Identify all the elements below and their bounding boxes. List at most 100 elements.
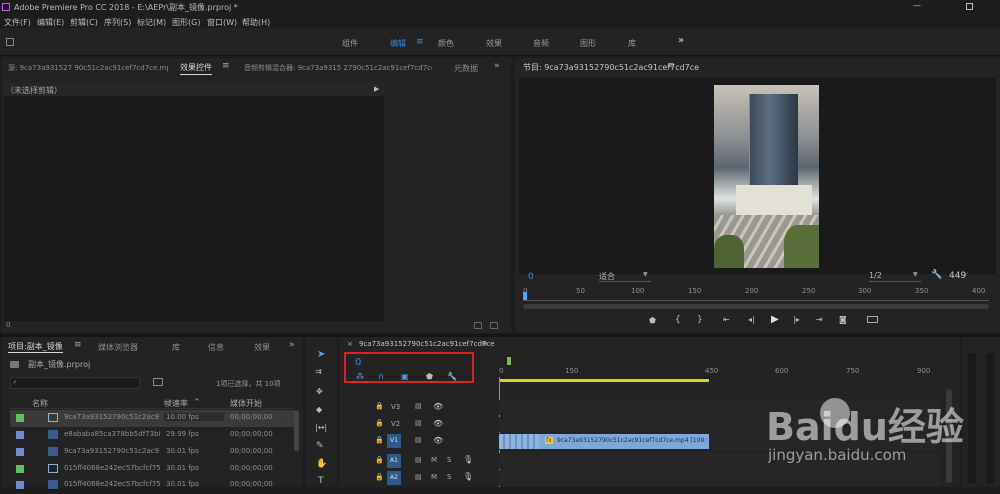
menu-edit[interactable]: 编辑(E) bbox=[37, 17, 64, 28]
menu-sequence[interactable]: 序列(S) bbox=[104, 17, 131, 28]
column-name[interactable]: 名称 bbox=[32, 398, 48, 409]
close-icon[interactable]: × bbox=[347, 340, 353, 348]
table-row[interactable]: e8ababa85ca378bb5df73b8c 29.99 fps 00;00… bbox=[10, 427, 298, 444]
panel-more-icon[interactable]: » bbox=[289, 340, 295, 350]
tab-media-browser[interactable]: 媒体浏览器 bbox=[98, 342, 138, 353]
scrub-bar[interactable] bbox=[523, 300, 989, 301]
menu-marker[interactable]: 标记(M) bbox=[137, 17, 166, 28]
menu-graphics[interactable]: 图形(G) bbox=[172, 17, 200, 28]
export-icon[interactable] bbox=[490, 322, 498, 329]
solo-button[interactable]: S bbox=[447, 473, 451, 481]
mute-button[interactable]: M bbox=[431, 456, 437, 464]
lock-icon[interactable]: 🔒 bbox=[375, 473, 384, 481]
play-icon[interactable]: ▶ bbox=[771, 314, 779, 325]
type-tool-icon[interactable]: T bbox=[318, 476, 324, 486]
home-icon[interactable] bbox=[6, 38, 14, 46]
workspace-more-icon[interactable]: » bbox=[678, 35, 684, 46]
resolution-dropdown[interactable]: 1/2 ▼ bbox=[869, 271, 921, 282]
timeline-ruler[interactable]: 0 150 450 600 750 900 bbox=[499, 357, 954, 385]
step-forward-icon[interactable]: |▸ bbox=[793, 315, 800, 324]
tab-info[interactable]: 信息 bbox=[208, 342, 224, 353]
eye-icon[interactable]: 👁 bbox=[433, 436, 443, 445]
effect-controls-menu-icon[interactable]: ≡ bbox=[222, 61, 230, 71]
mark-in-icon[interactable]: { bbox=[675, 315, 681, 325]
fit-dropdown[interactable]: 适合 ▼ bbox=[599, 271, 651, 282]
sync-lock-icon[interactable]: ▤ bbox=[415, 436, 422, 444]
menu-file[interactable]: 文件(F) bbox=[4, 17, 31, 28]
table-row[interactable]: 9ca73a93152790c51c2ac91cef 10.00 fps 00;… bbox=[10, 410, 298, 427]
solo-button[interactable]: S bbox=[447, 456, 451, 464]
track-select-tool-icon[interactable]: ⇉ bbox=[315, 367, 322, 376]
tab-effect-controls[interactable]: 效果控件 bbox=[180, 62, 212, 75]
workspace-graphics[interactable]: 图形 bbox=[580, 38, 596, 49]
column-start[interactable]: 媒体开始 bbox=[230, 398, 262, 409]
linked-selection-icon[interactable]: ▣ bbox=[401, 372, 409, 381]
tab-effects[interactable]: 效果 bbox=[254, 342, 270, 353]
compare-icon[interactable] bbox=[867, 316, 878, 323]
camera-icon[interactable]: ◙ bbox=[839, 315, 847, 324]
nest-icon[interactable]: ⁂ bbox=[356, 372, 364, 381]
wrench-icon[interactable]: 🔧 bbox=[931, 270, 942, 280]
filter-icon[interactable] bbox=[474, 322, 482, 329]
pen-tool-icon[interactable]: ✎ bbox=[316, 441, 324, 451]
tab-audio-clip-mixer[interactable]: 音频剪辑混合器: 9ca73a9315 2790c51c2ac91cef7cd7… bbox=[244, 63, 432, 73]
workspace-assembly[interactable]: 组件 bbox=[342, 38, 358, 49]
go-to-out-icon[interactable]: ⇥ bbox=[816, 315, 823, 324]
new-bin-icon[interactable] bbox=[153, 378, 163, 386]
marker-icon[interactable]: ⬟ bbox=[649, 316, 656, 325]
settings-wrench-icon[interactable]: 🔧 bbox=[447, 372, 457, 381]
hand-tool-icon[interactable]: ✋ bbox=[316, 459, 327, 469]
workspace-menu-icon[interactable]: ≡ bbox=[416, 37, 424, 47]
workspace-color[interactable]: 颜色 bbox=[438, 38, 454, 49]
track-target-a1[interactable]: A1 bbox=[387, 454, 401, 468]
search-input[interactable]: ⌕ bbox=[10, 377, 140, 389]
video-clip[interactable]: fx 9ca73a93152790c51c2ac91cef7cd7ce.mp4 … bbox=[499, 434, 709, 449]
sequence-tab[interactable]: 9ca73a93152790c51c2ac91cef7cd7ce bbox=[359, 340, 495, 348]
timeline-timecode[interactable]: 0 bbox=[355, 357, 361, 368]
sync-lock-icon[interactable]: ▤ bbox=[415, 473, 422, 481]
playhead-marker[interactable] bbox=[523, 292, 527, 300]
menu-clip[interactable]: 剪辑(C) bbox=[70, 17, 98, 28]
column-fps[interactable]: 帧速率 bbox=[164, 398, 188, 409]
ripple-edit-tool-icon[interactable]: ✥ bbox=[316, 387, 323, 396]
panel-more-icon[interactable]: » bbox=[494, 61, 500, 71]
sort-up-icon[interactable]: ^ bbox=[194, 398, 200, 406]
workspace-audio[interactable]: 音频 bbox=[533, 38, 549, 49]
microphone-icon[interactable]: 🎙 bbox=[463, 472, 473, 481]
go-to-in-icon[interactable]: ⇤ bbox=[723, 315, 730, 324]
eye-icon[interactable]: 👁 bbox=[433, 419, 443, 428]
program-menu-icon[interactable]: ≡ bbox=[667, 61, 675, 71]
microphone-icon[interactable]: 🎙 bbox=[463, 455, 473, 464]
snap-icon[interactable]: ∩ bbox=[378, 372, 384, 381]
sync-lock-icon[interactable]: ▤ bbox=[415, 402, 422, 410]
maximize-icon[interactable] bbox=[966, 3, 973, 10]
expand-arrow-icon[interactable]: ▶ bbox=[374, 85, 379, 93]
mark-out-icon[interactable]: } bbox=[697, 315, 703, 325]
mute-button[interactable]: M bbox=[431, 473, 437, 481]
step-back-icon[interactable]: ◂| bbox=[748, 315, 755, 324]
lock-icon[interactable]: 🔒 bbox=[375, 436, 384, 444]
lock-icon[interactable]: 🔒 bbox=[375, 402, 384, 410]
menu-help[interactable]: 帮助(H) bbox=[242, 17, 270, 28]
table-row[interactable]: 015ff4068e242ec57bcfcf75215 30.01 fps 00… bbox=[10, 477, 298, 494]
project-scrollbar[interactable] bbox=[294, 411, 299, 451]
tab-libraries[interactable]: 库 bbox=[172, 342, 180, 353]
project-menu-icon[interactable]: ≡ bbox=[74, 340, 82, 350]
workspace-effects[interactable]: 效果 bbox=[486, 38, 502, 49]
slip-tool-icon[interactable]: |↔| bbox=[315, 423, 327, 432]
tab-metadata[interactable]: 元数据 bbox=[454, 63, 478, 74]
eye-icon[interactable]: 👁 bbox=[433, 402, 443, 411]
track-target-v1[interactable]: V1 bbox=[387, 434, 401, 448]
table-row[interactable]: 9ca73a93152790c51c2ac91cef 30.01 fps 00;… bbox=[10, 444, 298, 461]
table-row[interactable]: 015ff4068e242ec57bcfcf75215 30.01 fps 00… bbox=[10, 461, 298, 478]
sync-lock-icon[interactable]: ▤ bbox=[415, 456, 422, 464]
tab-source[interactable]: 源: 9ca73a931527 90c51c2ac91cef7cd7ce.mp4 bbox=[8, 63, 168, 73]
razor-tool-icon[interactable]: ◆ bbox=[316, 405, 322, 414]
add-marker-icon[interactable]: ⬟ bbox=[426, 372, 433, 381]
tab-project[interactable]: 项目:副本_镜像 bbox=[8, 341, 63, 353]
selection-tool-icon[interactable]: ➤ bbox=[317, 349, 325, 360]
menu-window[interactable]: 窗口(W) bbox=[207, 17, 237, 28]
work-area-bar[interactable] bbox=[499, 379, 709, 382]
zoom-bar[interactable] bbox=[523, 304, 989, 309]
sequence-menu-icon[interactable]: ≡ bbox=[481, 339, 488, 348]
